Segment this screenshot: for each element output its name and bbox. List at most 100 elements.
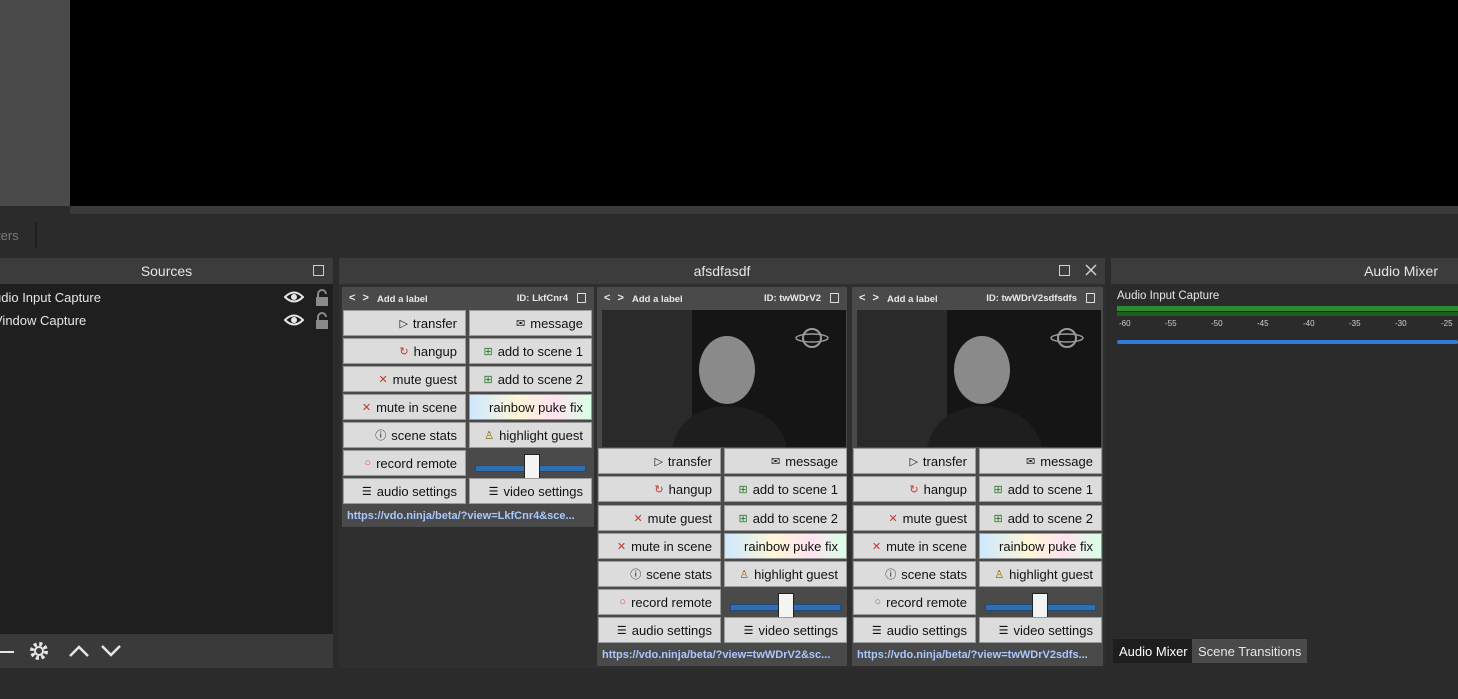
scene-stats-button[interactable]: ⓘ scene stats (853, 561, 976, 587)
hangup-icon: ↻ (909, 483, 919, 496)
button-label: add to scene 2 (752, 510, 838, 526)
highlight-guest-button[interactable]: ♙ highlight guest (724, 561, 847, 587)
hangup-button[interactable]: ↻ hangup (343, 338, 466, 364)
volume-slider[interactable] (979, 592, 1102, 619)
envelope-icon: ✉ (771, 455, 781, 468)
mute-guest-button[interactable]: ✕ mute guest (853, 505, 976, 531)
audio-settings-button[interactable]: ☰ audio settings (598, 617, 721, 643)
highlight-guest-button[interactable]: ♙ highlight guest (979, 561, 1102, 587)
video-settings-button[interactable]: ☰ video settings (724, 617, 847, 643)
rainbow-puke-fix-button[interactable]: rainbow puke fix (469, 394, 592, 420)
button-label: message (1040, 453, 1093, 469)
float-dock-icon[interactable] (313, 265, 324, 276)
view-link[interactable]: https://vdo.ninja/beta/?view=twWDrV2sdfs… (857, 649, 1097, 661)
program-preview[interactable] (70, 0, 1458, 206)
record-remote-button[interactable]: ○ record remote (598, 589, 721, 615)
visibility-eye-icon[interactable] (284, 314, 304, 326)
record-remote-button[interactable]: ○ record remote (343, 450, 466, 476)
audio-settings-button[interactable]: ☰ audio settings (343, 478, 466, 504)
record-remote-button[interactable]: ○ record remote (853, 589, 976, 615)
transfer-button[interactable]: ▷ transfer (853, 448, 976, 474)
scene-stats-button[interactable]: ⓘ scene stats (343, 422, 466, 448)
message-button[interactable]: ✉ message (469, 310, 592, 336)
tab-audio-mixer[interactable]: Audio Mixer (1113, 639, 1194, 663)
sources-list: udio Input Capture Vindow Capture (0, 284, 333, 634)
message-button[interactable]: ✉ message (724, 448, 847, 474)
copy-icon[interactable] (577, 293, 586, 303)
rainbow-puke-fix-button[interactable]: rainbow puke fix (724, 533, 847, 559)
tab-scene-transitions[interactable]: Scene Transitions (1192, 639, 1308, 663)
button-label: rainbow puke fix (999, 538, 1093, 554)
add-to-scene-2-button[interactable]: ⊞ add to scene 2 (979, 505, 1102, 531)
video-settings-button[interactable]: ☰ video settings (979, 617, 1102, 643)
button-label: audio settings (886, 622, 967, 638)
plus-box-icon: ⊞ (738, 483, 748, 496)
meter-ticks: -60 -55 -50 -45 -40 -35 -30 -25 (1117, 316, 1458, 330)
lock-icon[interactable] (314, 289, 330, 306)
mic-off-icon: ✕ (633, 512, 643, 525)
slider-thumb[interactable] (524, 454, 540, 480)
add-to-scene-1-button[interactable]: ⊞ add to scene 1 (724, 476, 847, 502)
reorder-arrows-icon[interactable]: < > (349, 292, 371, 304)
mute-guest-button[interactable]: ✕ mute guest (598, 505, 721, 531)
move-up-icon[interactable] (68, 643, 90, 659)
sliders-icon: ☰ (488, 485, 499, 498)
source-name: Vindow Capture (0, 313, 87, 328)
lock-icon[interactable] (314, 312, 330, 329)
add-to-scene-2-button[interactable]: ⊞ add to scene 2 (469, 366, 592, 392)
transfer-button[interactable]: ▷ transfer (343, 310, 466, 336)
transfer-icon: ▷ (399, 317, 408, 330)
card-header: < > Add a label ID: twWDrV2 (597, 287, 847, 309)
audio-settings-button[interactable]: ☰ audio settings (853, 617, 976, 643)
button-label: record remote (376, 455, 457, 471)
add-to-scene-1-button[interactable]: ⊞ add to scene 1 (979, 476, 1102, 502)
source-item[interactable]: udio Input Capture (0, 286, 333, 308)
filters-label[interactable]: ters (0, 228, 19, 243)
guest-video[interactable] (857, 310, 1101, 447)
mute-in-scene-button[interactable]: ✕ mute in scene (853, 533, 976, 559)
mute-in-scene-button[interactable]: ✕ mute in scene (598, 533, 721, 559)
highlight-guest-button[interactable]: ♙ highlight guest (469, 422, 592, 448)
mute-guest-button[interactable]: ✕ mute guest (343, 366, 466, 392)
visibility-eye-icon[interactable] (284, 291, 304, 303)
view-link[interactable]: https://vdo.ninja/beta/?view=twWDrV2&sc.… (602, 649, 844, 661)
button-label: scene stats (391, 427, 457, 443)
add-to-scene-1-button[interactable]: ⊞ add to scene 1 (469, 338, 592, 364)
video-frame (857, 310, 1101, 447)
volume-slider[interactable] (469, 453, 592, 480)
mute-in-scene-button[interactable]: ✕ mute in scene (343, 394, 466, 420)
video-settings-button[interactable]: ☰ video settings (469, 478, 592, 504)
volume-fader[interactable] (1117, 340, 1458, 344)
reorder-arrows-icon[interactable]: < > (604, 292, 626, 304)
add-label[interactable]: Add a label (632, 294, 683, 305)
copy-icon[interactable] (830, 293, 839, 303)
hangup-button[interactable]: ↻ hangup (598, 476, 721, 502)
reorder-arrows-icon[interactable]: < > (859, 292, 881, 304)
tick-label: -45 (1257, 319, 1269, 328)
add-to-scene-2-button[interactable]: ⊞ add to scene 2 (724, 505, 847, 531)
message-button[interactable]: ✉ message (979, 448, 1102, 474)
add-label[interactable]: Add a label (887, 294, 938, 305)
copy-icon[interactable] (1086, 293, 1095, 303)
gear-icon[interactable] (28, 640, 50, 662)
float-dock-icon[interactable] (1059, 265, 1070, 276)
remove-icon[interactable] (0, 644, 16, 660)
source-item[interactable]: Vindow Capture (0, 309, 333, 331)
volume-slider[interactable] (724, 592, 847, 619)
button-label: message (785, 453, 838, 469)
scene-stats-button[interactable]: ⓘ scene stats (598, 561, 721, 587)
close-icon[interactable] (1085, 264, 1097, 276)
button-label: video settings (1013, 622, 1094, 638)
slider-thumb[interactable] (778, 593, 794, 619)
rainbow-puke-fix-button[interactable]: rainbow puke fix (979, 533, 1102, 559)
transfer-button[interactable]: ▷ transfer (598, 448, 721, 474)
guest-video[interactable] (602, 310, 846, 447)
tick-label: -25 (1441, 319, 1453, 328)
hangup-button[interactable]: ↻ hangup (853, 476, 976, 502)
move-down-icon[interactable] (100, 643, 122, 659)
button-label: record remote (886, 594, 967, 610)
view-link[interactable]: https://vdo.ninja/beta/?view=LkfCnr4&sce… (347, 510, 592, 522)
button-label: hangup (413, 343, 457, 359)
add-label[interactable]: Add a label (377, 294, 428, 305)
slider-thumb[interactable] (1032, 593, 1048, 619)
